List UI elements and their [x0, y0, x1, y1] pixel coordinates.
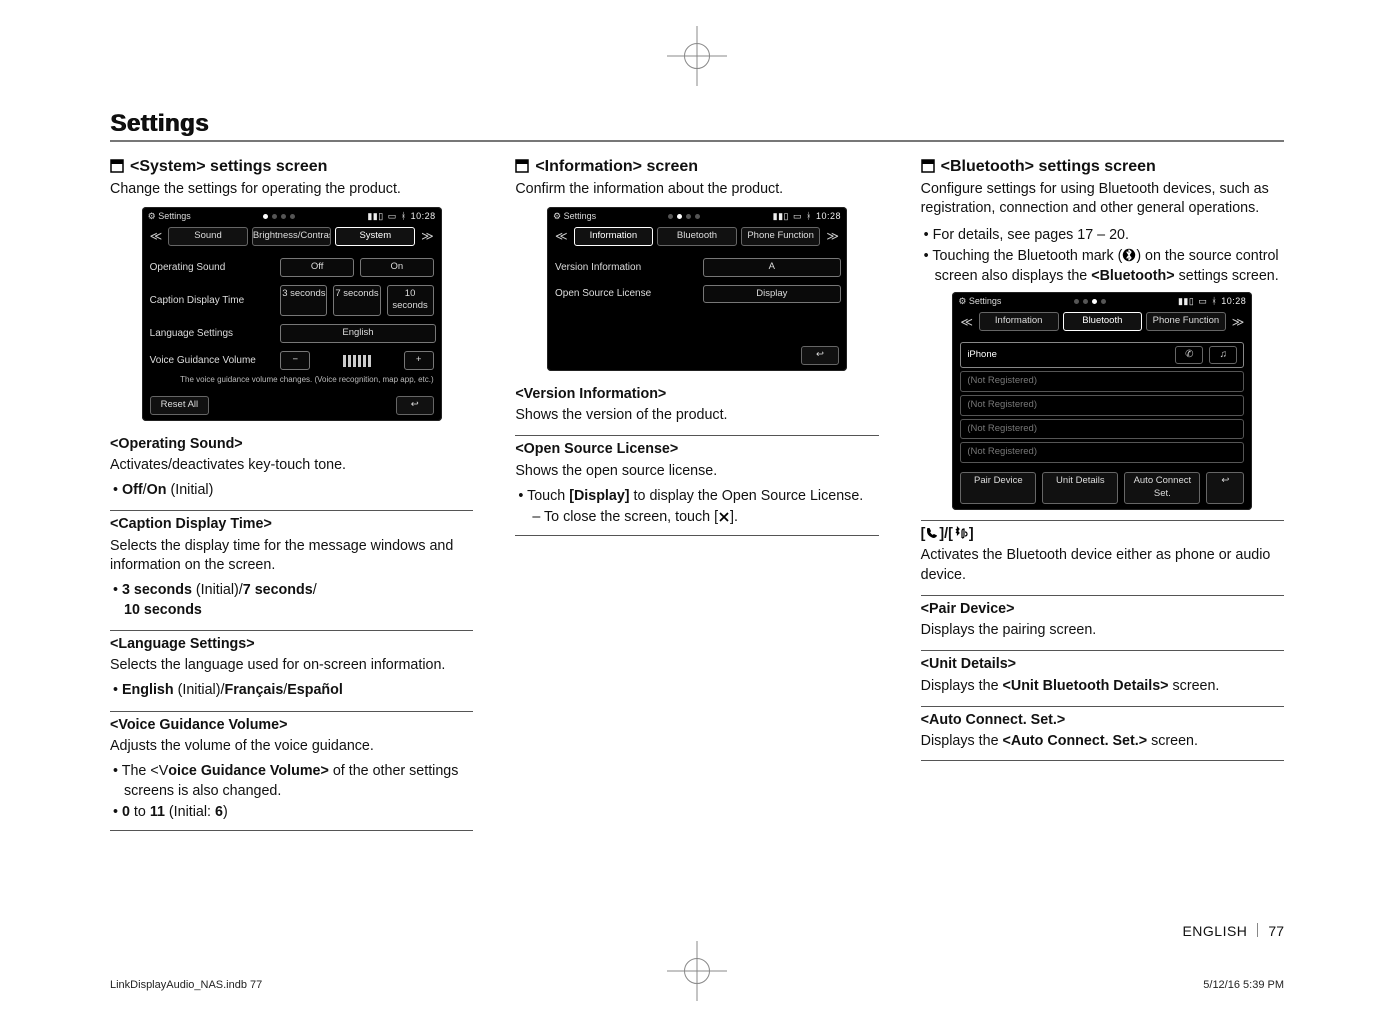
tab-bluetooth[interactable]: Bluetooth — [1063, 312, 1143, 331]
column-1: <System> settings screen Change the sett… — [110, 148, 473, 837]
language-label: ENGLISH — [1182, 923, 1247, 939]
setting-voice-title: <Voice Guidance Volume> — [110, 711, 473, 735]
list-marker-icon — [921, 159, 935, 173]
tab-information[interactable]: Information — [979, 312, 1059, 331]
subsection-information: <Information> screen — [515, 156, 878, 178]
registration-mark-bottom — [667, 941, 727, 1001]
setting-language-title: <Language Settings> — [110, 630, 473, 654]
battery-icon: ▭ — [793, 210, 802, 222]
phone-audio-icons-heading: []/[] — [921, 520, 1284, 544]
list-marker-icon — [515, 159, 529, 173]
tab-next[interactable]: ≫ — [419, 228, 436, 244]
gear-icon: ⚙ Settings — [958, 295, 1001, 307]
columns: <System> settings screen Change the sett… — [110, 148, 1284, 837]
back-button[interactable]: ↩ — [801, 346, 839, 365]
screenshot-information: ⚙ Settings ▮▮▯ ▭ ᚼ 10:28 ≪ Information Blu… — [515, 207, 878, 371]
volume-slider[interactable] — [316, 351, 397, 370]
tab-prev[interactable]: ≪ — [148, 228, 165, 244]
subsection-lead: Change the settings for operating the pr… — [110, 180, 473, 199]
page-dots — [261, 210, 297, 222]
auto-connect-button[interactable]: Auto Connect Set. — [1124, 472, 1200, 504]
device-frame: ⚙ Settings ▮▮▯ ▭ ᚼ 10:28 ≪ Information Blu… — [547, 207, 847, 371]
back-button[interactable]: ↩ — [396, 396, 434, 415]
back-button[interactable]: ↩ — [1206, 472, 1244, 504]
close-icon — [718, 509, 730, 525]
subsection-title: <Information> screen — [535, 158, 698, 175]
device-frame: ⚙ Settings ▮▮▯ ▭ ᚼ 10:28 ≪ Information Blu… — [952, 292, 1252, 510]
signal-icon: ▮▮▯ — [773, 210, 789, 222]
column-3: <Bluetooth> settings screen Configure se… — [921, 148, 1284, 837]
battery-icon: ▭ — [1198, 295, 1207, 307]
device-frame: ⚙ Settings ▮▮▯ ▭ ᚼ 10:28 ≪ Sound Brightn… — [142, 207, 442, 421]
tab-next[interactable]: ≫ — [1230, 314, 1247, 330]
pair-device-button[interactable]: Pair Device — [960, 472, 1036, 504]
column-2: <Information> screen Confirm the informa… — [515, 148, 878, 837]
reset-all-button[interactable]: Reset All — [150, 396, 210, 415]
clock: 10:28 — [816, 210, 841, 222]
clock: 10:28 — [1221, 295, 1246, 307]
bluetooth-icon: ᚼ — [806, 210, 812, 222]
bluetooth-badge-icon — [1122, 248, 1136, 264]
status-bar: ▮▮▯ ▭ ᚼ 10:28 — [367, 210, 435, 222]
section-header: Settings — [110, 110, 1284, 142]
status-bar: ▮▮▯ ▭ ᚼ 10:28 — [1178, 295, 1246, 307]
bluetooth-icon: ᚼ — [401, 210, 407, 222]
subsection-bluetooth: <Bluetooth> settings screen — [921, 156, 1284, 178]
bt-device-row[interactable]: (Not Registered) — [960, 442, 1244, 463]
bluetooth-audio-icon — [953, 526, 969, 542]
setting-version-title: <Version Information> — [515, 381, 878, 404]
subsection-system: <System> settings screen — [110, 156, 473, 178]
tab-phone-function[interactable]: Phone Function — [741, 227, 821, 246]
volume-up[interactable]: + — [404, 351, 434, 370]
signal-icon: ▮▮▯ — [367, 210, 383, 222]
tab-brightness[interactable]: Brightness/Contrast — [252, 227, 332, 246]
build-timestamp: 5/12/16 5:39 PM — [1203, 979, 1284, 991]
tab-sound[interactable]: Sound — [168, 227, 248, 246]
bt-device-row[interactable]: (Not Registered) — [960, 419, 1244, 440]
setting-caption-title: <Caption Display Time> — [110, 510, 473, 534]
setting-pair-device-title: <Pair Device> — [921, 595, 1284, 619]
status-bar: ▮▮▯ ▭ ᚼ 10:28 — [773, 210, 841, 222]
tab-prev[interactable]: ≪ — [958, 314, 975, 330]
setting-auto-connect-title: <Auto Connect. Set.> — [921, 706, 1284, 730]
audio-icon[interactable]: ♫ — [1209, 346, 1237, 364]
manual-page: Settings <System> settings screen Change… — [0, 0, 1394, 1027]
subsection-title: <System> settings screen — [130, 158, 327, 175]
tab-system[interactable]: System — [335, 227, 415, 246]
phone-icon[interactable]: ✆ — [1175, 346, 1203, 364]
bt-device-row[interactable]: (Not Registered) — [960, 395, 1244, 416]
source-file-label: LinkDisplayAudio_NAS.indb 77 — [110, 979, 262, 991]
tab-phone-function[interactable]: Phone Function — [1146, 312, 1226, 331]
battery-icon: ▭ — [388, 210, 397, 222]
list-marker-icon — [110, 159, 124, 173]
bt-device-row[interactable]: (Not Registered) — [960, 371, 1244, 392]
page-number: 77 — [1268, 923, 1284, 939]
registration-mark-top — [667, 26, 727, 86]
page-dots — [1072, 295, 1108, 307]
footer-separator — [1257, 923, 1258, 937]
bt-device-row[interactable]: iPhone✆♫ — [960, 342, 1244, 368]
screenshot-system: ⚙ Settings ▮▮▯ ▭ ᚼ 10:28 ≪ Sound Brightn… — [110, 207, 473, 421]
phone-icon — [925, 526, 939, 542]
setting-unit-details-title: <Unit Details> — [921, 650, 1284, 674]
clock: 10:28 — [411, 210, 436, 222]
setting-operating-sound-title: <Operating Sound> — [110, 431, 473, 454]
volume-down[interactable]: − — [280, 351, 310, 370]
bluetooth-icon: ᚼ — [1211, 295, 1217, 307]
gear-icon: ⚙ Settings — [148, 210, 191, 222]
gear-icon: ⚙ Settings — [553, 210, 596, 222]
subsection-title: <Bluetooth> settings screen — [941, 158, 1156, 175]
signal-icon: ▮▮▯ — [1178, 295, 1194, 307]
unit-details-button[interactable]: Unit Details — [1042, 472, 1118, 504]
page-footer: ENGLISH 77 — [110, 923, 1284, 939]
section-title: Settings — [110, 110, 209, 137]
tab-information[interactable]: Information — [574, 227, 654, 246]
setting-osl-title: <Open Source License> — [515, 435, 878, 459]
tab-bluetooth[interactable]: Bluetooth — [657, 227, 737, 246]
tab-prev[interactable]: ≪ — [553, 228, 570, 244]
screenshot-bluetooth: ⚙ Settings ▮▮▯ ▭ ᚼ 10:28 ≪ Information Blu… — [921, 292, 1284, 510]
page-dots — [666, 210, 702, 222]
tab-next[interactable]: ≫ — [824, 228, 841, 244]
